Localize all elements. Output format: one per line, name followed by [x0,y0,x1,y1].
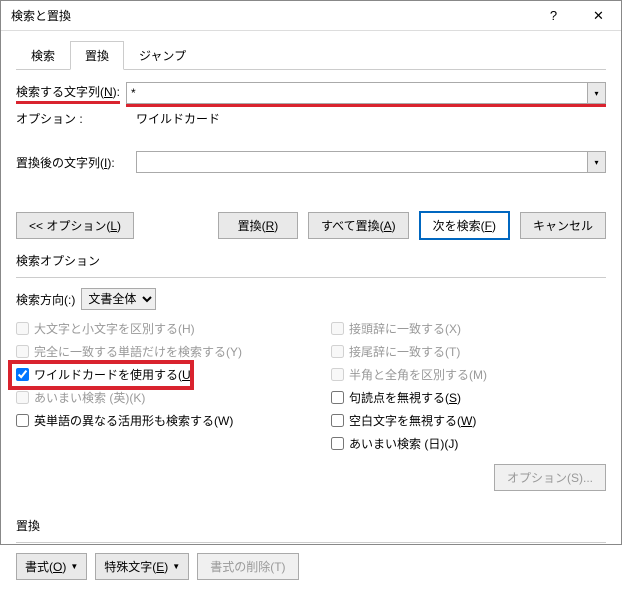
opt-word-forms[interactable]: 英単語の異なる活用形も検索する(W) [16,412,291,429]
options-line: オプション : ワイルドカード [16,110,606,127]
find-row: 検索する文字列(N): ▾ [16,82,606,104]
tab-find[interactable]: 検索 [16,41,70,70]
close-button[interactable]: ✕ [576,1,621,31]
opt-ignore-punct[interactable]: 句読点を無視する(S) [331,389,606,406]
opt-ignore-whitespace[interactable]: 空白文字を無視する(W) [331,412,606,429]
find-label: 検索する文字列(N): [16,83,120,104]
opt-fuzzy-jp[interactable]: あいまい検索 (日)(J) [331,435,606,452]
opt-whole-word-checkbox [16,345,29,358]
opt-half-full-checkbox [331,368,344,381]
opt-wildcard[interactable]: ワイルドカードを使用する(U) [16,366,291,383]
find-replace-dialog: 検索と置換 ? ✕ 検索 置換 ジャンプ 検索する文字列(N): ▾ オプション… [0,0,622,545]
search-direction-row: 検索方向(:) 文書全体 [16,288,606,310]
tabstrip: 検索 置換 ジャンプ [16,41,606,70]
options-right: 接頭辞に一致する(X) 接尾辞に一致する(T) 半角と全角を区別する(M) 句読… [331,320,606,491]
options-grid: 大文字と小文字を区別する(H) 完全に一致する単語だけを検索する(Y) ワイルド… [16,320,606,491]
format-menu-button[interactable]: 書式(O) ▼ [16,553,87,580]
less-options-button[interactable]: << オプション(L) [16,212,134,239]
replace-all-button[interactable]: すべて置換(A) [308,212,409,239]
opt-fuzzy-en-checkbox [16,391,29,404]
replace-section-title: 置換 [16,517,606,534]
replace-button[interactable]: 置換(R) [218,212,298,239]
options-label: オプション : [16,110,136,127]
format-row: 書式(O) ▼ 特殊文字(E) ▼ 書式の削除(T) [16,553,606,580]
chevron-down-icon: ▾ [594,158,598,167]
find-input[interactable] [126,82,588,104]
opt-prefix-checkbox [331,322,344,335]
tab-replace[interactable]: 置換 [70,41,124,70]
replace-input[interactable] [136,151,588,173]
opt-whole-word: 完全に一致する単語だけを検索する(Y) [16,343,291,360]
opt-fuzzy-jp-checkbox[interactable] [331,437,344,450]
options-value: ワイルドカード [136,110,220,127]
fuzzy-options-button: オプション(S)... [494,464,606,491]
opt-ignore-punct-checkbox[interactable] [331,391,344,404]
opt-word-forms-checkbox[interactable] [16,414,29,427]
dialog-title: 検索と置換 [11,7,531,24]
replace-row: 置換後の文字列(I): ▾ [16,151,606,173]
chevron-down-icon: ▾ [594,89,598,98]
replace-label: 置換後の文字列(I): [16,154,136,171]
opt-match-case-checkbox [16,322,29,335]
opt-wildcard-checkbox[interactable] [16,368,29,381]
search-direction-label: 検索方向(:) [16,291,75,308]
cancel-button[interactable]: キャンセル [520,212,606,239]
search-options-title: 検索オプション [16,252,606,269]
chevron-down-icon: ▼ [70,562,78,571]
replace-dropdown-icon[interactable]: ▾ [588,151,606,173]
opt-match-case: 大文字と小文字を区別する(H) [16,320,291,337]
divider-2 [16,542,606,543]
chevron-down-icon: ▼ [172,562,180,571]
main-button-row: << オプション(L) 置換(R) すべて置換(A) 次を検索(F) キャンセル [16,191,606,240]
remove-format-button: 書式の削除(T) [197,553,298,580]
opt-half-full: 半角と全角を区別する(M) [331,366,606,383]
help-button[interactable]: ? [531,1,576,31]
divider [16,277,606,278]
find-dropdown-icon[interactable]: ▾ [588,82,606,104]
tab-jump[interactable]: ジャンプ [124,41,201,70]
special-menu-button[interactable]: 特殊文字(E) ▼ [95,553,189,580]
find-next-button[interactable]: 次を検索(F) [419,211,510,240]
opt-prefix: 接頭辞に一致する(X) [331,320,606,337]
titlebar: 検索と置換 ? ✕ [1,1,621,31]
opt-suffix: 接尾辞に一致する(T) [331,343,606,360]
opt-suffix-checkbox [331,345,344,358]
opt-fuzzy-en: あいまい検索 (英)(K) [16,389,291,406]
search-direction-select[interactable]: 文書全体 [81,288,156,310]
dialog-content: 検索 置換 ジャンプ 検索する文字列(N): ▾ オプション : ワイルドカード… [1,31,621,595]
opt-ignore-whitespace-checkbox[interactable] [331,414,344,427]
options-left: 大文字と小文字を区別する(H) 完全に一致する単語だけを検索する(Y) ワイルド… [16,320,291,491]
